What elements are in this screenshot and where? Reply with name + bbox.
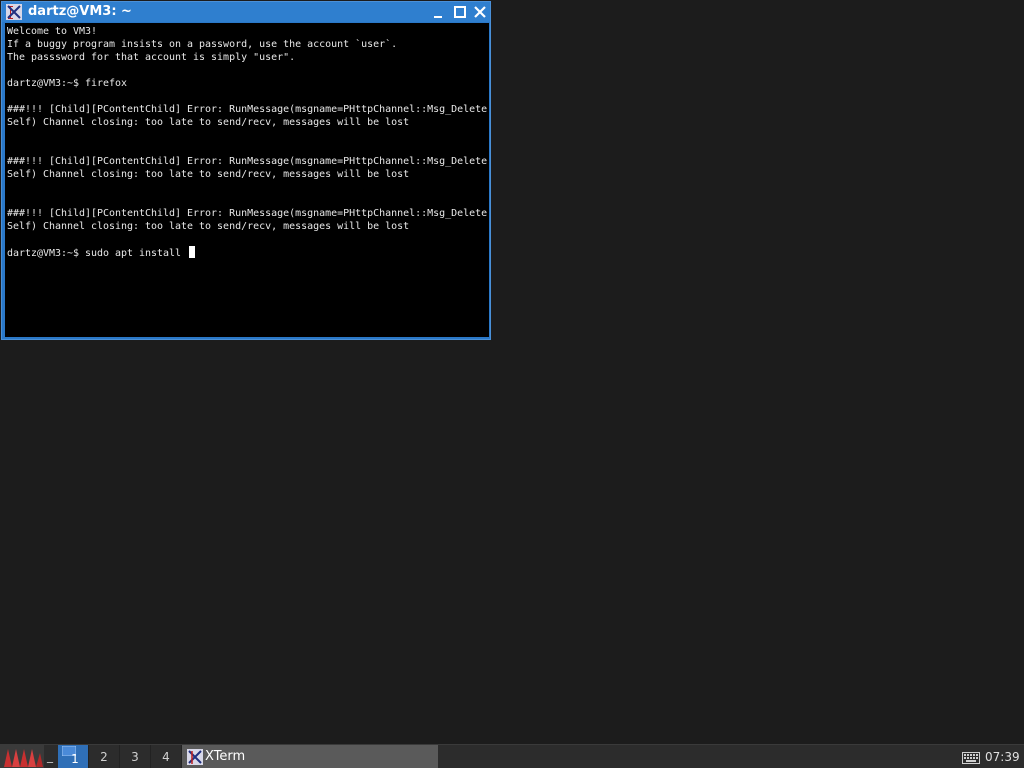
taskbar-item-label: XTerm <box>205 749 246 764</box>
keyboard-icon[interactable] <box>962 750 980 764</box>
taskbar-item-xterm[interactable]: XTerm <box>182 745 438 768</box>
terminal-line: Welcome to VM3! <box>7 26 98 37</box>
terminal-line: dartz@VM3:~$ sudo apt install <box>7 246 489 259</box>
xterm-icon[interactable] <box>6 4 22 20</box>
window-title: dartz@VM3: ~ <box>28 4 132 19</box>
workspace-1-label: 1 <box>71 752 79 766</box>
clock[interactable]: 07:39 <box>985 745 1020 768</box>
show-desktop-label: _ <box>47 749 53 763</box>
workspace-3-button[interactable]: 3 <box>120 745 151 768</box>
workspace-4-label: 4 <box>162 750 170 764</box>
text-cursor <box>189 246 196 258</box>
terminal-line: ###!!! [Child][PContentChild] Error: Run… <box>7 156 488 167</box>
terminal-line: dartz@VM3:~$ firefox <box>7 78 128 89</box>
terminal-line: Self) Channel closing: too late to send/… <box>7 221 410 232</box>
start-menu-button[interactable] <box>0 745 44 768</box>
workspace-2-button[interactable]: 2 <box>89 745 120 768</box>
terminal-line: Self) Channel closing: too late to send/… <box>7 117 410 128</box>
terminal-output[interactable]: Welcome to VM3! If a buggy program insist… <box>5 23 489 337</box>
workspace-1-button[interactable]: 1 <box>58 745 89 768</box>
close-icon[interactable] <box>472 4 488 20</box>
maximize-icon[interactable] <box>452 4 468 20</box>
window-titlebar[interactable]: dartz@VM3: ~ <box>2 2 490 22</box>
terminal-line: ###!!! [Child][PContentChild] Error: Run… <box>7 208 488 219</box>
terminal-line: If a buggy program insists on a password… <box>7 39 398 50</box>
show-desktop-button[interactable]: _ <box>44 745 58 768</box>
taskbar: _ 1 2 3 4 XTerm 07:39 <box>0 744 1024 768</box>
workspace-3-label: 3 <box>131 750 139 764</box>
app-menu-icon <box>0 745 44 768</box>
xterm-window[interactable]: dartz@VM3: ~ Welcome to VM3! If a buggy p… <box>1 1 491 340</box>
terminal-line: Self) Channel closing: too late to send/… <box>7 169 410 180</box>
terminal-line: The passsword for that account is simply… <box>7 52 296 63</box>
minimize-icon[interactable] <box>430 4 446 20</box>
workspace-4-button[interactable]: 4 <box>151 745 182 768</box>
workspace-2-label: 2 <box>100 750 108 764</box>
xterm-icon <box>187 749 203 765</box>
terminal-line: ###!!! [Child][PContentChild] Error: Run… <box>7 104 488 115</box>
